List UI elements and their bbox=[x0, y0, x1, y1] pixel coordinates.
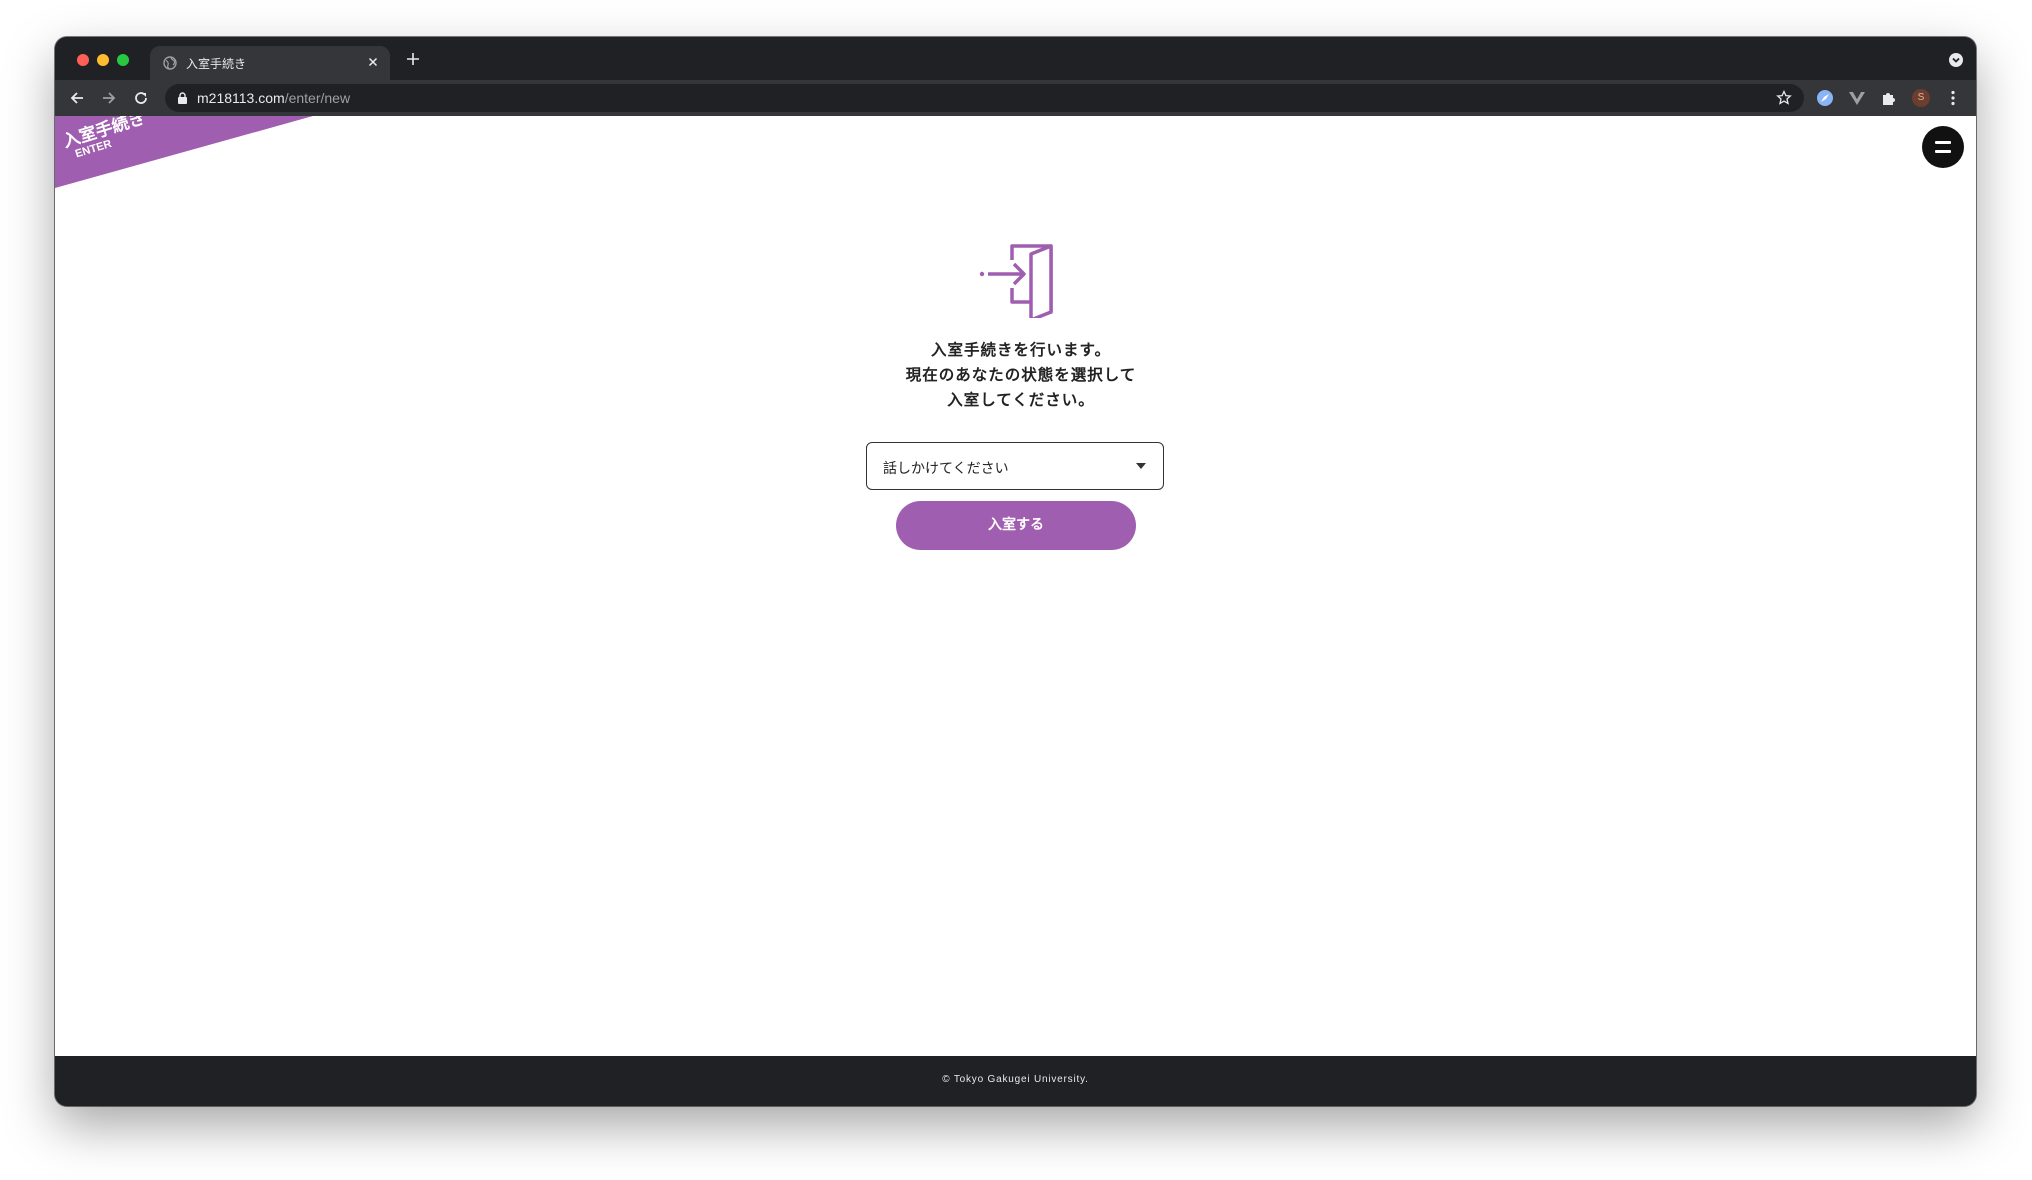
url-host: m218113.com bbox=[197, 90, 285, 106]
instruction-line-2: 現在のあなたの状態を選択して bbox=[905, 366, 1137, 384]
page-footer: © Tokyo Gakugei University. bbox=[55, 1056, 1976, 1106]
more-menu-icon[interactable] bbox=[1944, 89, 1962, 107]
enter-room-button[interactable]: 入室する bbox=[896, 501, 1136, 550]
back-arrow-icon[interactable] bbox=[68, 89, 86, 107]
extensions-puzzle-icon[interactable] bbox=[1880, 89, 1898, 107]
close-tab-icon[interactable] bbox=[366, 55, 380, 69]
minimize-window-button[interactable] bbox=[97, 54, 109, 66]
web-page: 入室手続き ENTER 入室手続きを行います。 現在のあなたの状態を選択して 入… bbox=[55, 116, 1976, 1056]
bookmark-star-icon[interactable] bbox=[1776, 90, 1792, 106]
copyright-text: © Tokyo Gakugei University. bbox=[942, 1074, 1089, 1085]
close-window-button[interactable] bbox=[77, 54, 89, 66]
browser-window: 入室手続き m218113.com/enter/new S 入室手続き ENTE… bbox=[55, 37, 1976, 1106]
address-bar[interactable]: m218113.com/enter/new bbox=[165, 84, 1804, 112]
lock-icon bbox=[178, 92, 187, 104]
extension-vuejs-icon[interactable] bbox=[1848, 89, 1866, 107]
status-select-value: 話しかけてください bbox=[883, 461, 1009, 477]
instruction-line-3: 入室してください。 bbox=[947, 391, 1095, 409]
hamburger-menu-button[interactable] bbox=[1922, 126, 1964, 168]
extension-compass-icon[interactable] bbox=[1816, 89, 1834, 107]
tab-strip: 入室手続き bbox=[55, 37, 1976, 80]
caret-down-icon bbox=[1136, 463, 1146, 469]
browser-tab-active[interactable]: 入室手続き bbox=[150, 46, 390, 80]
new-tab-icon[interactable] bbox=[405, 51, 421, 67]
instruction-line-1: 入室手続きを行います。 bbox=[931, 341, 1111, 359]
menu-line-bottom bbox=[1935, 150, 1951, 153]
tab-search-icon[interactable] bbox=[1948, 52, 1964, 68]
maximize-window-button[interactable] bbox=[117, 54, 129, 66]
profile-avatar[interactable]: S bbox=[1912, 89, 1930, 107]
url-path: /enter/new bbox=[284, 90, 351, 106]
page-ribbon: 入室手続き ENTER bbox=[55, 116, 315, 191]
forward-arrow-icon[interactable] bbox=[100, 89, 118, 107]
door-enter-icon bbox=[979, 244, 1053, 318]
instruction-text: 入室手続きを行います。 現在のあなたの状態を選択して 入室してください。 bbox=[871, 338, 1171, 413]
globe-icon bbox=[163, 56, 177, 70]
url-text: m218113.com/enter/new bbox=[197, 90, 350, 106]
tab-title: 入室手続き bbox=[186, 57, 247, 71]
menu-line-top bbox=[1935, 141, 1951, 144]
reload-icon[interactable] bbox=[132, 89, 150, 107]
browser-toolbar: m218113.com/enter/new S bbox=[55, 80, 1976, 116]
status-select[interactable]: 話しかけてください bbox=[866, 442, 1164, 490]
